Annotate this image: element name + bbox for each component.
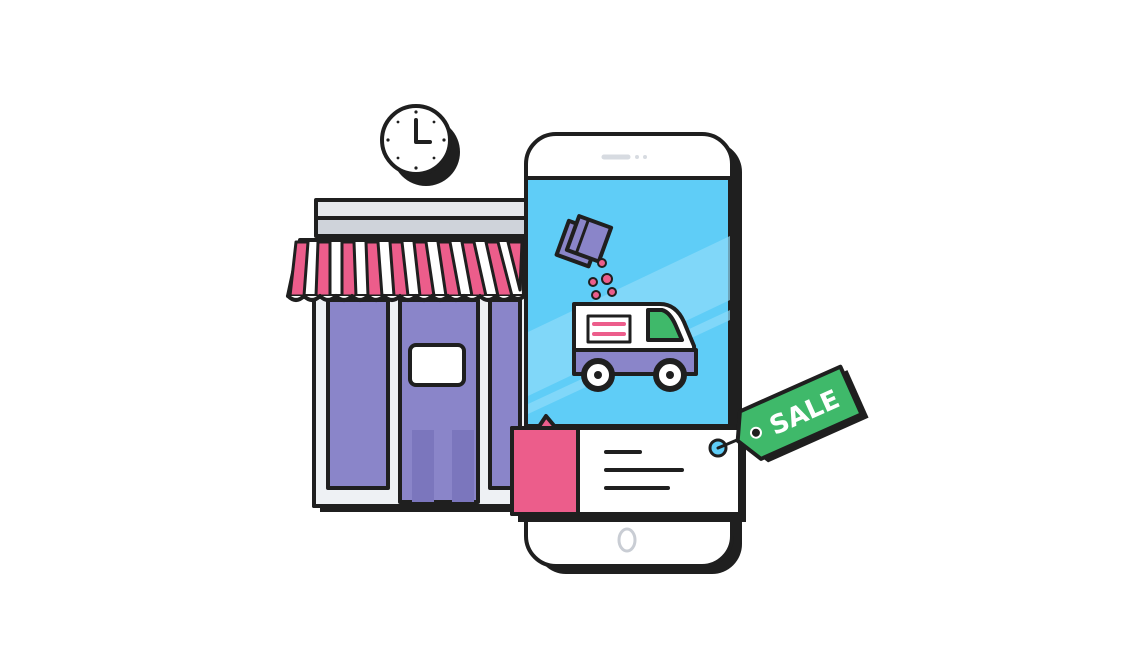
awning xyxy=(286,238,526,302)
clock-icon xyxy=(380,104,460,186)
ecommerce-illustration: SALE xyxy=(0,0,1136,640)
product-card xyxy=(510,414,746,522)
